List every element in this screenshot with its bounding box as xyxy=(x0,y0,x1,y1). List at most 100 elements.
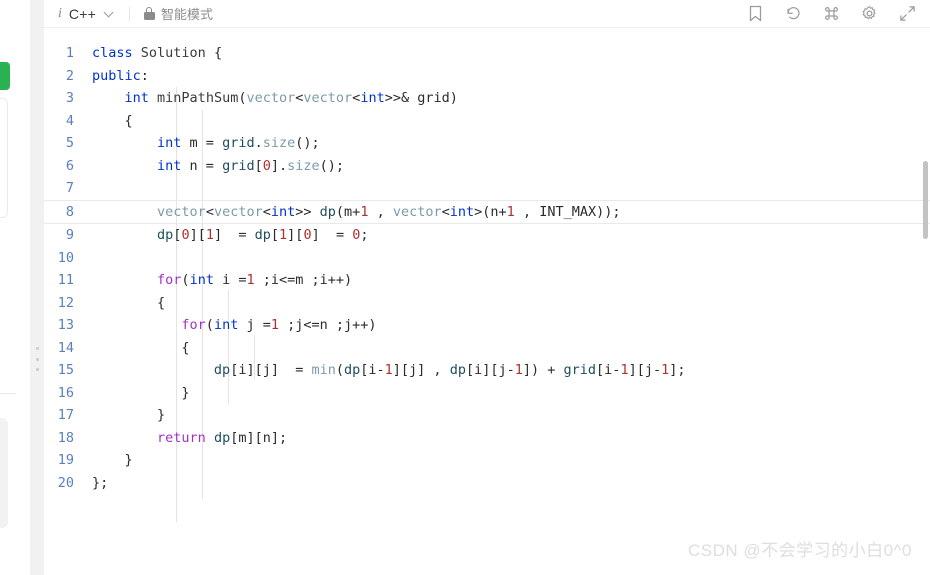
code-line[interactable]: 11 for(int i =1 ;i<=m ;i++) xyxy=(44,269,930,292)
code-token: (); xyxy=(319,157,345,174)
editor-toolbar: i C++ 智能模式 xyxy=(44,0,930,28)
code-line[interactable]: 4 { xyxy=(44,110,930,133)
code-line[interactable]: 12 { xyxy=(44,292,930,315)
code-token: dp xyxy=(449,362,466,378)
code-token: 1 xyxy=(205,227,214,243)
code-token: 1 xyxy=(270,317,279,333)
line-number: 10 xyxy=(57,249,74,266)
gear-icon[interactable] xyxy=(860,5,878,23)
code-token: vector xyxy=(157,203,206,220)
splitter-dot xyxy=(35,368,39,371)
code-line-text: }; xyxy=(92,472,930,495)
vertical-scrollbar[interactable] xyxy=(920,28,930,575)
expand-icon[interactable] xyxy=(898,5,916,23)
code-token: dp xyxy=(157,227,174,243)
green-status-tab[interactable] xyxy=(0,62,10,90)
reset-icon[interactable] xyxy=(784,5,802,23)
code-token: >(n+ xyxy=(474,203,507,220)
splitter-dot xyxy=(35,357,39,361)
toolbar-left-group: i C++ 智能模式 xyxy=(44,4,213,23)
code-line[interactable]: 16 } xyxy=(44,382,930,405)
code-token: )); xyxy=(596,203,621,220)
code-token: int xyxy=(189,272,214,288)
code-line[interactable]: 2 public: xyxy=(44,65,930,88)
code-token: ] = xyxy=(311,227,353,243)
left-panel-card-lower xyxy=(0,418,8,528)
code-line[interactable]: 19 } xyxy=(44,449,930,472)
code-line-text: int m = grid.size(); xyxy=(92,132,930,155)
code-line[interactable]: 5 int m = grid.size(); xyxy=(44,132,930,155)
code-token: : xyxy=(140,67,149,84)
code-line[interactable]: 15 dp[i][j] = min(dp[i-1][j] , dp[i][j-1… xyxy=(44,359,930,382)
code-token: } xyxy=(92,384,190,401)
code-line[interactable]: 3 int minPathSum(vector<vector<int>>& gr… xyxy=(44,87,930,110)
code-line[interactable]: 13 for(int j =1 ;j<=n ;j++) xyxy=(44,314,930,337)
code-line[interactable]: 10 xyxy=(44,247,930,270)
code-token: . xyxy=(254,135,263,151)
code-token: < xyxy=(441,203,450,220)
code-line-text: return dp[m][n]; xyxy=(92,427,930,450)
splitter-drag-handle[interactable] xyxy=(35,347,39,371)
line-number: 11 xyxy=(57,272,74,288)
code-line-text xyxy=(92,177,930,200)
code-token: dp xyxy=(319,203,336,220)
code-token: ( xyxy=(205,317,214,333)
info-icon: i xyxy=(58,5,62,21)
code-token: { xyxy=(92,294,166,311)
code-token: vector xyxy=(303,90,353,106)
code-token: vector xyxy=(213,203,263,220)
code-token: dp xyxy=(254,227,271,243)
code-token: 1 xyxy=(246,272,255,288)
code-token: int xyxy=(270,203,296,220)
language-label: C++ xyxy=(68,5,96,22)
language-selector[interactable]: i C++ xyxy=(58,6,115,22)
code-token: grid xyxy=(222,135,255,151)
code-line[interactable]: 7 xyxy=(44,177,930,200)
toolbar-divider xyxy=(128,6,130,21)
code-line-text: dp[i][j] = min(dp[i-1][j] , dp[i][j-1]) … xyxy=(92,359,930,382)
smart-mode-toggle[interactable]: 智能模式 xyxy=(143,4,213,23)
bookmark-icon[interactable] xyxy=(746,5,764,23)
code-token: [ xyxy=(270,227,280,243)
toolbar-right-group xyxy=(746,5,930,23)
code-line[interactable]: 18 return dp[m][n]; xyxy=(44,427,930,450)
line-number: 2 xyxy=(65,67,74,84)
editor-panel: i C++ 智能模式 1 class Solution {2 public: … xyxy=(44,0,930,575)
code-line[interactable]: 1 class Solution { xyxy=(44,42,930,65)
code-token: ]. xyxy=(270,157,288,174)
code-lines[interactable]: 1 class Solution {2 public: 3 int minPathSu… xyxy=(44,42,930,494)
code-token: ( xyxy=(181,272,190,288)
code-line[interactable]: 9 dp[0][1] = dp[1][0] = 0; xyxy=(44,224,930,247)
code-token: [ xyxy=(254,157,263,174)
line-number: 12 xyxy=(57,294,74,311)
code-token: for xyxy=(181,317,206,333)
command-icon[interactable] xyxy=(822,5,840,23)
code-token: int xyxy=(449,203,475,220)
code-token: , xyxy=(368,203,393,220)
code-token: dp xyxy=(213,362,231,378)
code-line-text: } xyxy=(92,449,930,472)
code-line[interactable]: 17 } xyxy=(44,404,930,427)
code-token: j = xyxy=(238,317,271,333)
code-scroll-container[interactable]: 1 class Solution {2 public: 3 int minPathSu… xyxy=(44,28,930,575)
code-line[interactable]: 8 vector<vector<int>> dp(m+1 , vector<in… xyxy=(44,199,930,224)
code-line[interactable]: 20}; xyxy=(44,472,930,495)
code-token: [i- xyxy=(360,362,385,378)
code-editor[interactable]: 1 class Solution {2 public: 3 int minPathSu… xyxy=(44,28,930,522)
line-number: 16 xyxy=(57,384,74,401)
line-number: 19 xyxy=(57,452,74,468)
code-line[interactable]: 6 int n = grid[0].size(); xyxy=(44,155,930,178)
line-number: 6 xyxy=(65,157,74,174)
code-line[interactable]: 14 { xyxy=(44,337,930,360)
panel-splitter[interactable] xyxy=(30,0,44,575)
chevron-down-icon[interactable] xyxy=(104,8,115,19)
scrollbar-thumb[interactable] xyxy=(923,161,928,239)
code-line-text: { xyxy=(92,110,930,133)
code-token: int xyxy=(157,135,182,151)
line-number: 1 xyxy=(65,45,74,61)
code-token: 1 xyxy=(506,203,515,220)
